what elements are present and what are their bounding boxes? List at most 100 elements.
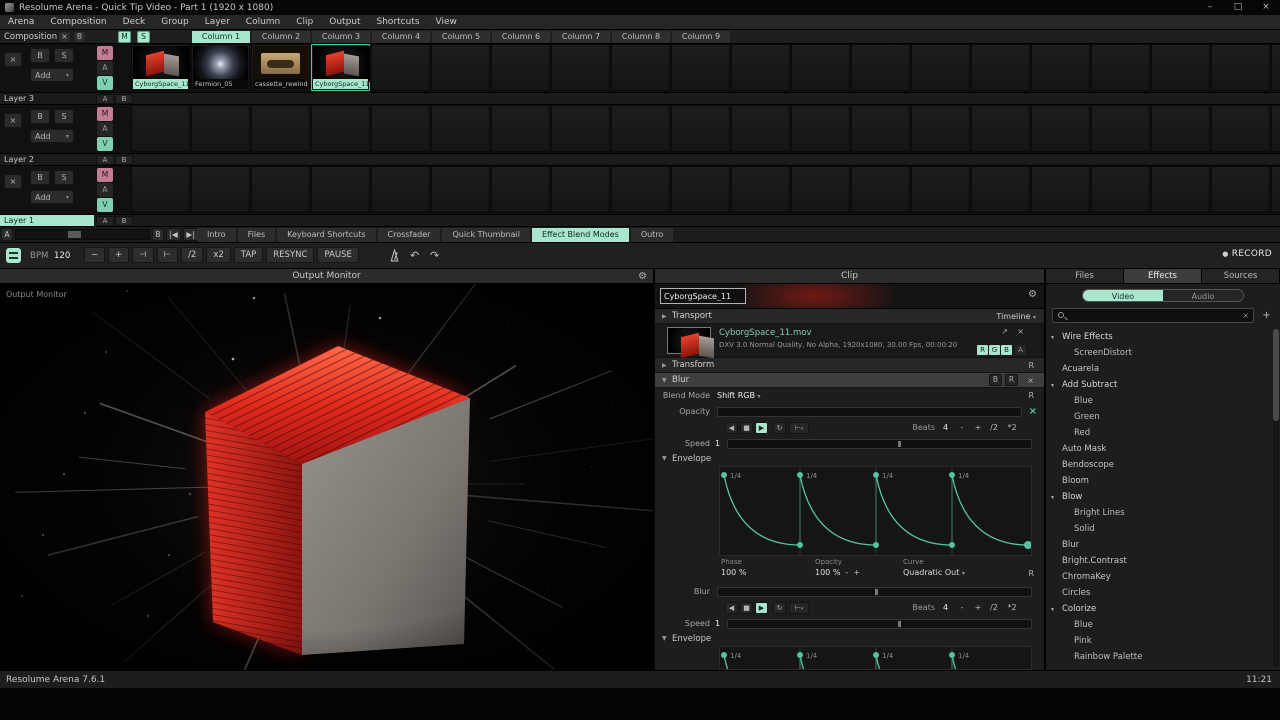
- clip-cell[interactable]: [611, 105, 670, 152]
- beats-value[interactable]: 4: [943, 420, 948, 436]
- clip-cell[interactable]: [491, 44, 550, 91]
- deck-tab-files[interactable]: Files: [237, 228, 276, 242]
- menu-item-column[interactable]: Column: [238, 15, 288, 30]
- composition-active-indicator[interactable]: [6, 248, 21, 263]
- clip-cell[interactable]: [1211, 44, 1270, 91]
- clip-cell[interactable]: [1271, 105, 1280, 152]
- transform-section-header[interactable]: ▶ Transform R: [655, 358, 1044, 373]
- loop-mode-icon[interactable]: ↻: [773, 602, 786, 614]
- effect-screendistort[interactable]: ScreenDistort: [1046, 345, 1272, 361]
- bpm-value[interactable]: 120: [54, 251, 70, 261]
- beats-half-button[interactable]: /2: [987, 420, 1001, 436]
- menu-item-arena[interactable]: Arena: [0, 15, 42, 30]
- collapse-arrow-icon[interactable]: ▼: [662, 452, 667, 466]
- layer-m-toggle[interactable]: M: [97, 46, 113, 60]
- effect-rainbow-palette[interactable]: Rainbow Palette: [1046, 649, 1272, 665]
- crossfader-b-button[interactable]: B: [115, 155, 133, 165]
- effects-scrollbar[interactable]: [1273, 329, 1279, 667]
- clip-cell[interactable]: [371, 166, 430, 213]
- effects-search-input[interactable]: ×: [1052, 308, 1254, 323]
- clip-cell[interactable]: [131, 166, 190, 213]
- clip-cell[interactable]: [731, 105, 790, 152]
- tab-effects[interactable]: Effects: [1124, 269, 1202, 283]
- clip-cell[interactable]: [311, 105, 370, 152]
- composition-master-button[interactable]: M: [118, 31, 131, 43]
- column-header-8[interactable]: Column 8: [612, 31, 670, 43]
- effect-reset-button[interactable]: R: [1005, 374, 1018, 386]
- crossfader-a-button[interactable]: A: [96, 94, 114, 104]
- clip-cell[interactable]: [1091, 44, 1150, 91]
- envelope-section-header[interactable]: ▼ Envelope: [655, 452, 1044, 466]
- effect-solid[interactable]: Solid: [1046, 521, 1272, 537]
- effect-chromakey[interactable]: ChromaKey: [1046, 569, 1272, 585]
- beats-double-button[interactable]: *2: [1005, 420, 1019, 436]
- crossfader-b-button[interactable]: B: [115, 94, 133, 104]
- clip-cell[interactable]: [131, 105, 190, 152]
- effect-bendoscope[interactable]: Bendoscope: [1046, 457, 1272, 473]
- clip-cell[interactable]: cassette_rewind00: [251, 44, 310, 91]
- clip-cell[interactable]: [1091, 105, 1150, 152]
- play-direction-dropdown[interactable]: ⊢▾: [789, 422, 809, 434]
- menu-item-composition[interactable]: Composition: [42, 15, 114, 30]
- play-forward-button[interactable]: ▶: [755, 602, 768, 614]
- undo-icon[interactable]: ↶: [410, 249, 419, 262]
- blur-envelope-editor[interactable]: 1/4 1/4 1/4 1/4: [719, 646, 1032, 670]
- tree-collapse-icon[interactable]: ▾: [1051, 494, 1054, 501]
- resync-button[interactable]: RESYNC: [266, 247, 315, 263]
- composition-solo-button[interactable]: S: [137, 31, 150, 43]
- speed-slider[interactable]: [727, 619, 1032, 629]
- clip-cell[interactable]: [671, 166, 730, 213]
- composition-progress-bar[interactable]: [15, 229, 150, 240]
- channel-a-toggle[interactable]: A: [1015, 345, 1026, 355]
- deck-tab-quick-thumbnail[interactable]: Quick Thumbnail: [442, 228, 530, 242]
- beats-half-button[interactable]: /2: [987, 600, 1001, 616]
- layer-m-toggle[interactable]: M: [97, 168, 113, 182]
- opacity-slider[interactable]: [717, 407, 1022, 417]
- clip-cell[interactable]: [491, 105, 550, 152]
- clip-cell[interactable]: [791, 44, 850, 91]
- bpm-nudge-up-button[interactable]: ⊢: [156, 247, 179, 263]
- clip-cell[interactable]: [911, 105, 970, 152]
- layer-close-button[interactable]: ×: [4, 52, 22, 67]
- crossfader-a-button[interactable]: A: [96, 216, 114, 226]
- clip-cell[interactable]: [1091, 166, 1150, 213]
- tab-files[interactable]: Files: [1046, 269, 1124, 283]
- column-header-7[interactable]: Column 7: [552, 31, 610, 43]
- clip-cell[interactable]: [1031, 44, 1090, 91]
- clip-cell[interactable]: [431, 44, 490, 91]
- deck-tab-crossfader[interactable]: Crossfader: [377, 228, 441, 242]
- layer-a-toggle[interactable]: A: [97, 61, 113, 75]
- effect-bright-contrast[interactable]: Bright.Contrast: [1046, 553, 1272, 569]
- effect-circles[interactable]: Circles: [1046, 585, 1272, 601]
- layer-v-toggle[interactable]: V: [97, 76, 113, 90]
- play-direction-dropdown[interactable]: ⊢▾: [789, 602, 809, 614]
- clip-cell[interactable]: [1031, 166, 1090, 213]
- clip-cell[interactable]: [251, 105, 310, 152]
- column-header-6[interactable]: Column 6: [492, 31, 550, 43]
- layer-v-toggle[interactable]: V: [97, 198, 113, 212]
- audio-toggle[interactable]: Audio: [1163, 290, 1243, 301]
- transform-reset-button[interactable]: R: [1028, 358, 1034, 373]
- beats-double-button[interactable]: *2: [1005, 600, 1019, 616]
- clip-cell[interactable]: [431, 105, 490, 152]
- clip-cell[interactable]: [551, 105, 610, 152]
- tree-collapse-icon[interactable]: ▾: [1051, 334, 1054, 341]
- effect-red[interactable]: Red: [1046, 425, 1272, 441]
- record-button[interactable]: ● RECORD: [1222, 249, 1272, 259]
- composition-bypass-button[interactable]: B: [73, 31, 86, 43]
- menu-item-layer[interactable]: Layer: [197, 15, 238, 30]
- clip-cell[interactable]: [1151, 105, 1210, 152]
- clip-cell[interactable]: CyborgSpace_11: [131, 44, 190, 91]
- close-button[interactable]: ×: [1252, 0, 1280, 15]
- clip-cell[interactable]: [491, 166, 550, 213]
- blur-effect-section-header[interactable]: ▼ Blur B R ×: [655, 373, 1044, 388]
- metronome-icon[interactable]: [388, 249, 401, 262]
- effect-blur[interactable]: Blur: [1046, 537, 1272, 553]
- column-header-5[interactable]: Column 5: [432, 31, 490, 43]
- clip-cell[interactable]: [1031, 105, 1090, 152]
- layer-name-label[interactable]: Layer 1: [0, 215, 94, 226]
- transport-mode-dropdown[interactable]: Timeline ▾: [996, 309, 1036, 325]
- speed-value[interactable]: 1: [715, 616, 720, 632]
- play-forward-button[interactable]: ▶: [755, 422, 768, 434]
- redo-icon[interactable]: ↷: [430, 249, 439, 262]
